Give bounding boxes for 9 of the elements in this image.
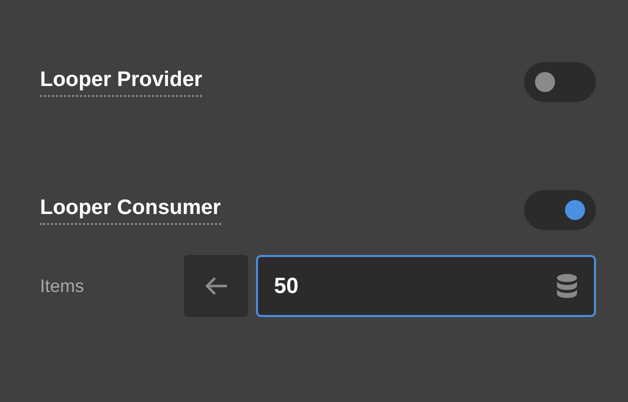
database-icon — [556, 273, 578, 299]
left-arrow-icon — [204, 276, 228, 296]
toggle-switch[interactable] — [524, 62, 596, 102]
field-label: Items — [40, 276, 86, 296]
section-title: Looper Provider — [40, 68, 202, 96]
toggle-switch[interactable] — [524, 190, 596, 230]
items-input-field[interactable]: 50 — [256, 255, 596, 317]
back-arrow-button[interactable] — [184, 255, 248, 317]
section-title: Looper Consumer — [40, 196, 221, 224]
